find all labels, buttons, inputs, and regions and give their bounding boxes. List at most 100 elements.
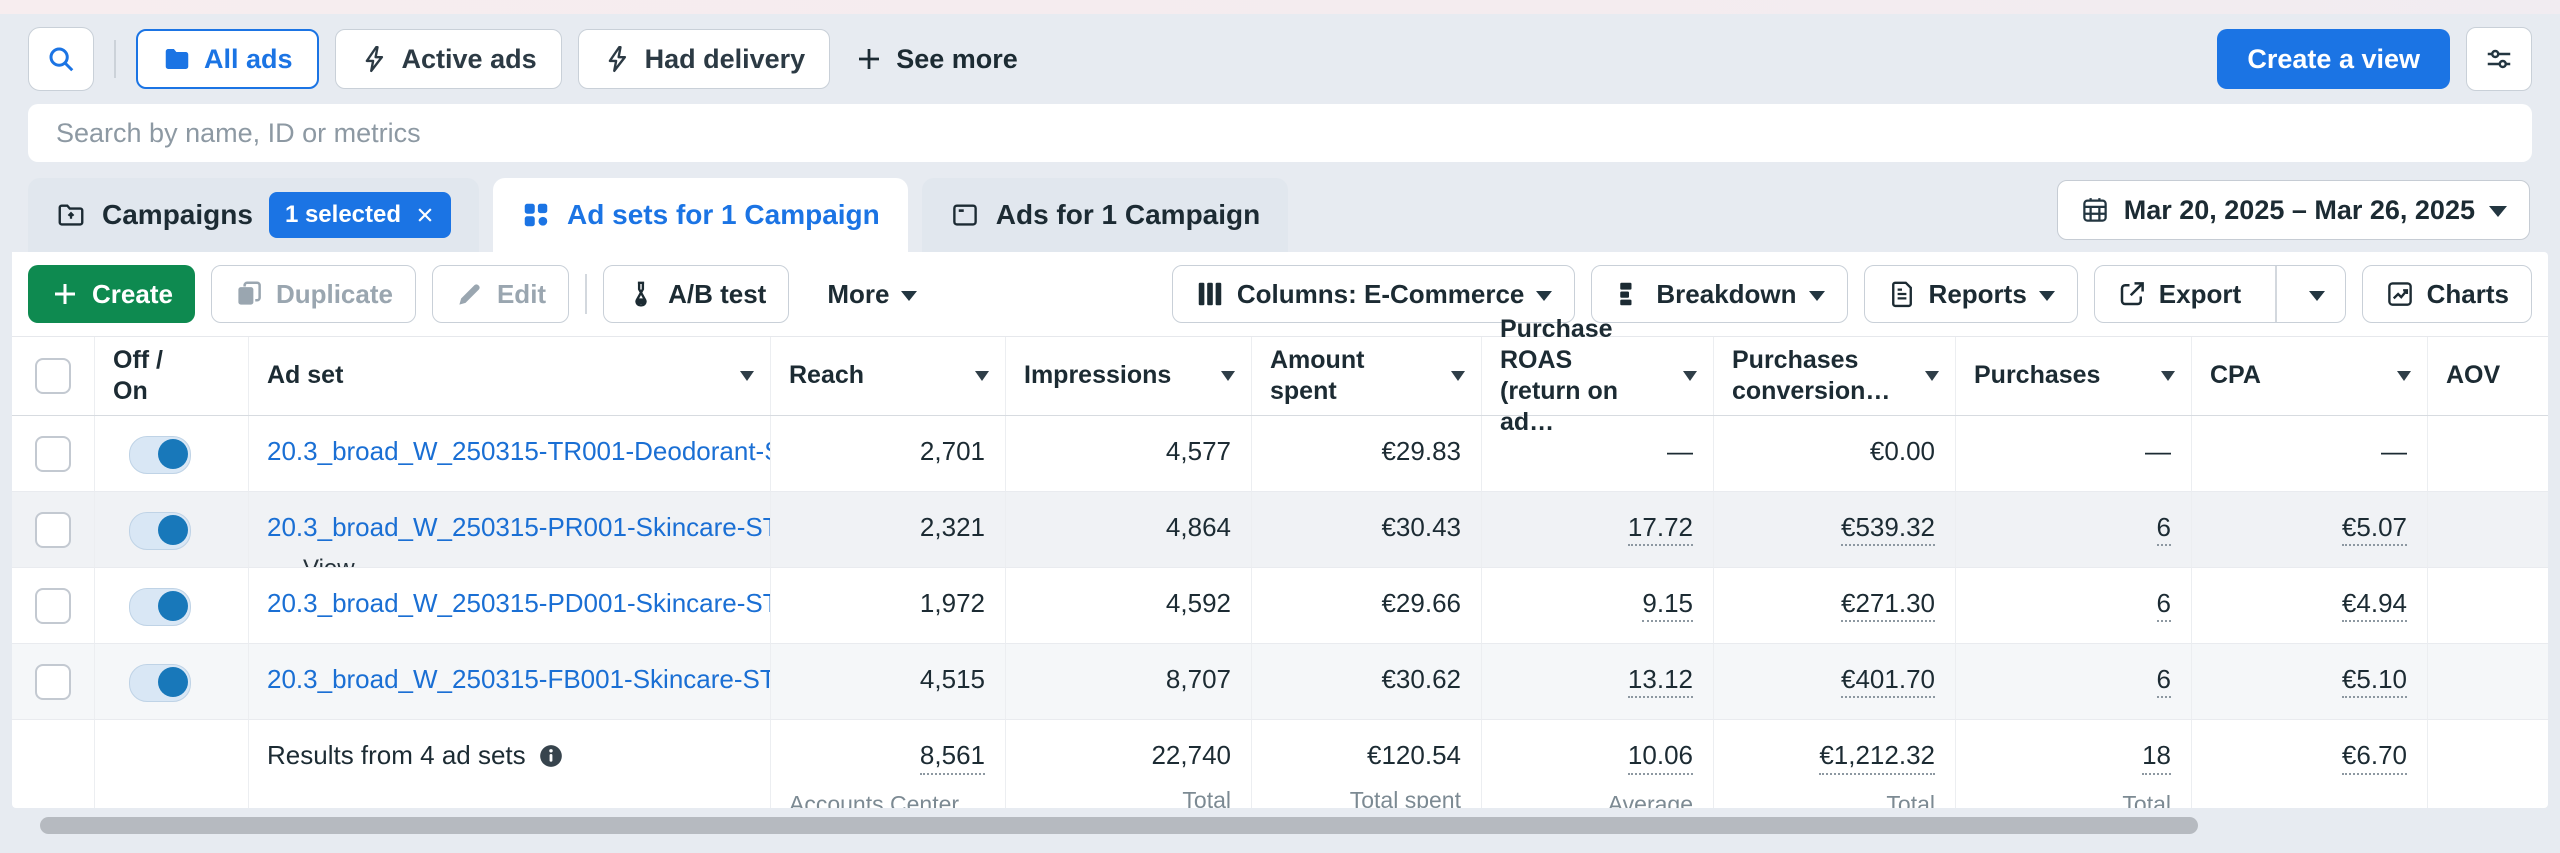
horizontal-scrollbar[interactable] xyxy=(40,817,2198,834)
table-row: 20.3_broad_W_250315-TR001-Deodorant-ST2,… xyxy=(12,416,2548,492)
row-checkbox[interactable] xyxy=(35,512,71,548)
duplicate-button[interactable]: Duplicate xyxy=(211,265,416,323)
reports-button[interactable]: Reports xyxy=(1864,265,2078,323)
footer-value-conv[interactable]: €1,212.32 xyxy=(1819,740,1935,775)
edit-button[interactable]: Edit xyxy=(432,265,569,323)
footer-value-purchases[interactable]: 18 xyxy=(2142,740,2171,775)
table-footer-row: Results from 4 ad sets8,561Accounts Cent… xyxy=(12,720,2548,808)
create-view-button[interactable]: Create a view xyxy=(2217,29,2450,89)
export-button[interactable]: Export xyxy=(2094,265,2346,323)
more-button[interactable]: More xyxy=(805,265,939,323)
sort-caret-icon[interactable] xyxy=(1221,371,1235,381)
sort-caret-icon[interactable] xyxy=(2397,371,2411,381)
sort-caret-icon[interactable] xyxy=(2161,371,2175,381)
view-charts-action[interactable]: View charts xyxy=(267,555,368,568)
ad-set-toggle[interactable] xyxy=(129,436,191,474)
cell-aov xyxy=(2428,416,2548,492)
column-header-reach[interactable]: Reach xyxy=(771,337,1006,415)
value-conv[interactable]: €539.32 xyxy=(1841,512,1935,546)
value-roas[interactable]: 9.15 xyxy=(1642,588,1693,622)
value-conv[interactable]: €271.30 xyxy=(1841,588,1935,622)
value-roas[interactable]: 17.72 xyxy=(1628,512,1693,546)
footer-value-reach[interactable]: 8,561 xyxy=(920,740,985,775)
cell-purchases: 6 xyxy=(1956,568,2192,644)
value-cpa[interactable]: €4.94 xyxy=(2342,588,2407,622)
sort-caret-icon[interactable] xyxy=(1925,371,1939,381)
footer-value-roas[interactable]: 10.06 xyxy=(1628,740,1693,775)
filter-active-ads[interactable]: Active ads xyxy=(335,29,562,89)
close-icon[interactable] xyxy=(415,205,435,225)
plus-icon xyxy=(854,44,884,74)
window-icon xyxy=(950,200,980,230)
date-range-picker[interactable]: Mar 20, 2025 – Mar 26, 2025 xyxy=(2057,180,2530,240)
footer-sublabel: Average xyxy=(1500,791,1693,808)
tab-ads[interactable]: Ads for 1 Campaign xyxy=(922,178,1288,252)
filter-all-ads[interactable]: All ads xyxy=(136,29,319,89)
column-header-cpa[interactable]: CPA xyxy=(2192,337,2428,415)
value-purchases: — xyxy=(2145,436,2171,466)
chevron-down-icon xyxy=(2039,291,2055,301)
value-roas[interactable]: 13.12 xyxy=(1628,664,1693,698)
search-button[interactable] xyxy=(28,27,94,91)
column-header-conv[interactable]: Purchasesconversion… xyxy=(1714,337,1956,415)
cell-cpa: €4.94 xyxy=(2192,568,2428,644)
sort-caret-icon[interactable] xyxy=(975,371,989,381)
footer-roas: 10.06 Average xyxy=(1482,720,1714,808)
row-checkbox[interactable] xyxy=(35,588,71,624)
cell-reach: 2,321 xyxy=(771,492,1006,568)
sort-caret-icon[interactable] xyxy=(1451,371,1465,381)
cell-impressions: 4,864 xyxy=(1006,492,1252,568)
column-header-spent[interactable]: Amount spent xyxy=(1252,337,1482,415)
folder-up-icon xyxy=(56,200,86,230)
cell-roas: 13.12 xyxy=(1482,644,1714,720)
info-icon[interactable] xyxy=(538,743,564,769)
filter-had-delivery[interactable]: Had delivery xyxy=(578,29,831,89)
ad-set-toggle[interactable] xyxy=(129,512,191,550)
ad-set-name-link[interactable]: 20.3_broad_W_250315-TR001-Deodorant-ST xyxy=(267,436,771,467)
selected-count-badge: 1 selected xyxy=(269,192,451,238)
lightning-icon xyxy=(360,44,390,74)
duplicate-icon xyxy=(234,279,264,309)
export-options-button[interactable] xyxy=(2289,266,2345,322)
value-purchases[interactable]: 6 xyxy=(2157,512,2171,546)
main-panel: Create Duplicate Edit A/B test More xyxy=(12,252,2548,808)
tab-campaigns[interactable]: Campaigns 1 selected xyxy=(28,178,479,252)
value-purchases[interactable]: 6 xyxy=(2157,664,2171,698)
cell-impressions: 8,707 xyxy=(1006,644,1252,720)
value-cpa[interactable]: €5.07 xyxy=(2342,512,2407,546)
value-reach: 2,321 xyxy=(920,512,985,542)
row-checkbox[interactable] xyxy=(35,436,71,472)
select-all-checkbox[interactable] xyxy=(35,358,71,394)
sort-caret-icon[interactable] xyxy=(740,371,754,381)
ad-set-toggle[interactable] xyxy=(129,664,191,702)
row-checkbox[interactable] xyxy=(35,664,71,700)
horizontal-scroll-track xyxy=(0,817,2560,834)
tab-ad-sets[interactable]: Ad sets for 1 Campaign xyxy=(493,178,908,252)
ad-set-name-link[interactable]: 20.3_broad_W_250315-FB001-Skincare-ST xyxy=(267,664,771,695)
value-cpa[interactable]: €5.10 xyxy=(2342,664,2407,698)
ad-set-toggle[interactable] xyxy=(129,588,191,626)
sort-caret-icon[interactable] xyxy=(1683,371,1697,381)
ab-test-button[interactable]: A/B test xyxy=(603,265,789,323)
ad-set-name-link[interactable]: 20.3_broad_W_250315-PD001-Skincare-ST xyxy=(267,588,771,619)
see-more-button[interactable]: See more xyxy=(846,44,1026,75)
column-header-roas[interactable]: Purchase ROAS(return on ad… xyxy=(1482,337,1714,415)
value-conv[interactable]: €401.70 xyxy=(1841,664,1935,698)
view-settings-button[interactable] xyxy=(2466,27,2532,91)
column-header-impressions[interactable]: Impressions xyxy=(1006,337,1252,415)
ad-set-name-cell: 20.3_broad_W_250315-FB001-Skincare-ST xyxy=(249,644,771,720)
value-purchases[interactable]: 6 xyxy=(2157,588,2171,622)
cell-spent: €30.62 xyxy=(1252,644,1482,720)
row-toggle-cell xyxy=(95,568,249,644)
search-input[interactable] xyxy=(54,117,2506,150)
column-header-purchases[interactable]: Purchases xyxy=(1956,337,2192,415)
footer-spent: €120.54Total spent xyxy=(1252,720,1482,808)
column-header-name[interactable]: Ad set xyxy=(249,337,771,415)
charts-button[interactable]: Charts xyxy=(2362,265,2532,323)
cell-reach: 4,515 xyxy=(771,644,1006,720)
ad-set-name-link[interactable]: 20.3_broad_W_250315-PR001-Skincare-ST xyxy=(267,512,771,543)
chevron-down-icon xyxy=(901,291,917,301)
create-button[interactable]: Create xyxy=(28,265,195,323)
toggle-knob xyxy=(158,667,188,697)
footer-value-cpa[interactable]: €6.70 xyxy=(2342,740,2407,775)
